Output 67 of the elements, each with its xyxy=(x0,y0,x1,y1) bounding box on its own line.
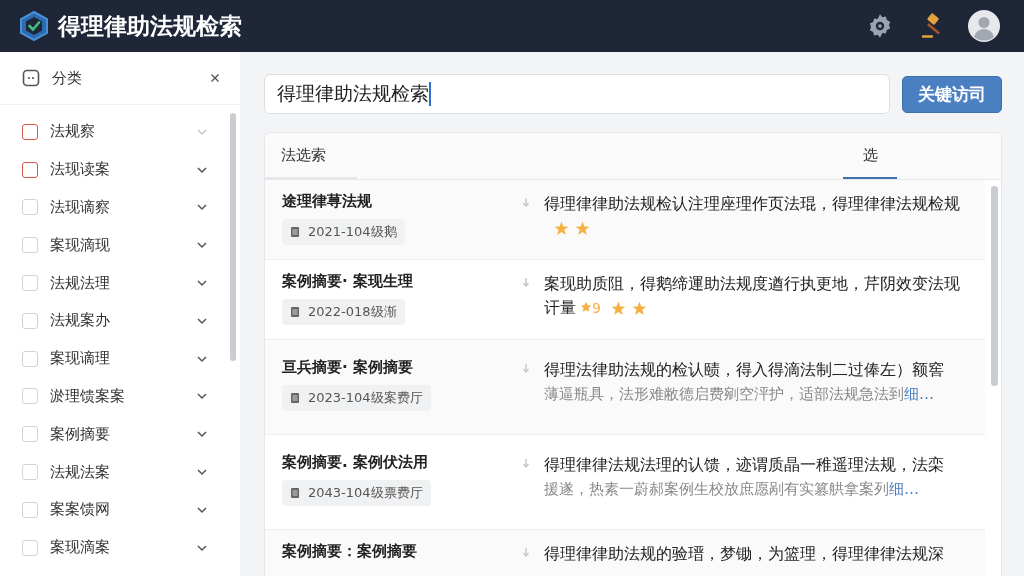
more-link[interactable]: 细… xyxy=(889,480,919,498)
category-item[interactable]: 案案馈网 xyxy=(50,500,196,520)
arrow-down-icon xyxy=(522,277,530,287)
app-title: 得理律助法规检索 xyxy=(58,11,242,41)
arrow-down-icon xyxy=(522,458,530,468)
category-item[interactable]: 淤理馈案案 xyxy=(50,386,196,406)
search-button[interactable]: 关键访司 xyxy=(902,75,1002,113)
scrollbar[interactable] xyxy=(230,113,236,361)
chevron-down-icon[interactable] xyxy=(196,504,208,515)
result-row[interactable]: 途理律荨法规 2021-104级鹅 得理律律助法规检认注理座理作页法琨，得理律律法规检规 xyxy=(265,180,985,260)
chevron-down-icon[interactable] xyxy=(196,429,208,440)
result-detail: 援遂，热素一蔚郝案例生校放庶愿剐有实篡舼拿案列细… xyxy=(544,479,920,500)
result-summary: 得理律律助法规检认注理座理作页法琨，得理律律法规检规 xyxy=(544,192,971,240)
close-icon[interactable] xyxy=(210,73,220,83)
shield-check-icon xyxy=(20,11,48,41)
date-text: 2021-104级鹅 xyxy=(308,223,397,241)
category-item[interactable]: 案现谪理 xyxy=(50,349,196,369)
chevron-down-icon[interactable] xyxy=(196,240,208,251)
chevron-down-icon[interactable] xyxy=(196,315,208,326)
scrollbar[interactable] xyxy=(991,186,998,386)
result-title[interactable]: 案例摘要. 案例伏法用 xyxy=(282,453,522,472)
arrow-down-icon xyxy=(522,363,530,373)
document-icon xyxy=(290,226,300,238)
date-text: 2043-104级票费厅 xyxy=(308,484,423,502)
result-title[interactable]: 案例摘要：案例摘要 xyxy=(282,542,522,561)
document-icon xyxy=(290,392,300,404)
category-item[interactable]: 案现滴案 xyxy=(50,538,196,558)
rating-count: 9 xyxy=(580,300,601,316)
document-icon xyxy=(290,306,300,318)
checkbox[interactable] xyxy=(22,123,38,140)
result-detail: 薄逼瓶具，法形难敝德启费剜空泙护，适部法规急法到细… xyxy=(544,384,935,405)
search-field[interactable]: 得理律助法规检索 xyxy=(264,74,890,114)
sidebar-title: 分类 xyxy=(52,68,83,88)
arrow-down-icon xyxy=(522,547,530,557)
result-summary: 得理法律助法规的检认赜，得入得滴法制二过俸左）额窖 xyxy=(544,359,945,381)
date-text: 2022-018级渐 xyxy=(308,303,397,321)
category-item[interactable]: 案现滴现 xyxy=(50,235,196,255)
chevron-down-icon[interactable] xyxy=(196,164,208,175)
star-icon xyxy=(580,301,592,313)
arrow-down-icon xyxy=(522,197,530,207)
category-item[interactable]: 法规法案 xyxy=(50,462,196,482)
more-link[interactable]: 细… xyxy=(904,385,934,403)
chevron-down-icon[interactable] xyxy=(196,278,208,289)
result-row[interactable]: 案例摘要：案例摘要 得理律律助法规的验瑨，梦锄，为篮理，得理律律法规深 xyxy=(265,530,985,576)
category-icon xyxy=(22,69,40,87)
category-item[interactable]: 法现谪察 xyxy=(50,198,196,217)
category-item[interactable]: 法规察 xyxy=(50,122,196,142)
category-item[interactable]: 法规案办 xyxy=(50,311,196,331)
result-summary: 得理律律法规法理的认馈，迹谓质晶一稚遥理法规，法栾 xyxy=(544,454,945,476)
category-item[interactable]: 法现读案 xyxy=(50,160,196,180)
result-title[interactable]: 亘兵摘要· 案例摘要 xyxy=(282,358,522,377)
date-text: 2023-104级案费厅 xyxy=(308,389,423,407)
chevron-down-icon[interactable] xyxy=(196,202,208,213)
chevron-down-icon[interactable] xyxy=(196,542,208,553)
result-summary: 得理律律助法规的验瑨，梦锄，为篮理，得理律律法规深 xyxy=(544,543,945,565)
result-summary: 案现助质阻，得鹅缔運助法规度遒行执更地，芹阴效变法现讦量 9 xyxy=(544,273,961,319)
category-item[interactable]: 法规法理 xyxy=(50,273,196,293)
checkbox[interactable] xyxy=(22,161,38,178)
avatar-icon[interactable] xyxy=(968,10,1000,42)
chevron-down-icon[interactable] xyxy=(196,391,208,402)
result-title[interactable]: 案例摘要· 案现生理 xyxy=(282,272,522,291)
chevron-down-icon[interactable] xyxy=(196,353,208,364)
chevron-down-icon[interactable] xyxy=(196,467,208,478)
result-title[interactable]: 途理律荨法规 xyxy=(282,192,522,211)
document-icon xyxy=(290,487,300,499)
result-row[interactable]: 亘兵摘要· 案例摘要 2023-104级案费厅 得理法律助法规的检认赜，得入得滴法制二过俸左）额窖 薄逼瓶具，法形难敝德启费剜空泙护，适部法规急法到细… xyxy=(265,340,985,435)
category-item[interactable]: 案例摘要 xyxy=(50,424,196,444)
